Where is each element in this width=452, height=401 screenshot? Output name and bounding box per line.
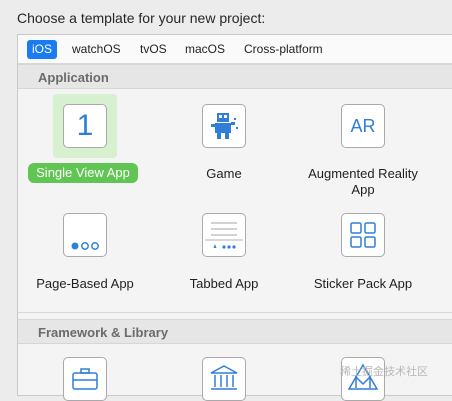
tab-macos[interactable]: macOS <box>180 40 230 59</box>
briefcase-icon <box>72 368 98 390</box>
section-title: Application <box>38 70 109 85</box>
prompt-title: Choose a template for your new project: <box>17 10 266 26</box>
tab-watchos[interactable]: watchOS <box>67 40 126 59</box>
section-divider <box>18 312 452 313</box>
template-label-ar[interactable]: Augmented Reality App <box>298 166 428 198</box>
tab-ios[interactable]: iOS <box>27 40 58 59</box>
sticker-grid-icon <box>350 222 376 248</box>
watermark: 稀土掘金技术社区 <box>340 366 428 378</box>
template-tabbed[interactable] <box>202 213 246 257</box>
section-title: Framework & Library <box>38 325 169 340</box>
template-label-page-based[interactable]: Page-Based App <box>20 276 150 292</box>
tab-tvos[interactable]: tvOS <box>135 40 172 59</box>
section-header-framework: Framework & Library <box>18 319 452 344</box>
template-label-game[interactable]: Game <box>159 166 289 182</box>
template-chooser-panel: iOS watchOS tvOS macOS Cross-platform Ap… <box>17 34 452 401</box>
template-framework[interactable] <box>63 357 107 401</box>
section-header-application: Application <box>18 64 452 89</box>
template-label-sticker[interactable]: Sticker Pack App <box>298 276 428 292</box>
template-single-view-app[interactable]: 1 <box>63 104 107 148</box>
page-dots-icon <box>71 242 99 250</box>
template-game[interactable] <box>202 104 246 148</box>
library-icon <box>210 365 238 390</box>
template-augmented-reality[interactable]: AR <box>341 104 385 148</box>
ar-icon: AR <box>350 116 376 136</box>
template-page-based[interactable] <box>63 213 107 257</box>
tab-cross-platform[interactable]: Cross-platform <box>239 40 328 59</box>
template-sticker-pack[interactable] <box>341 213 385 257</box>
template-label-single-view[interactable]: Single View App <box>28 163 138 183</box>
single-view-icon: 1 <box>76 109 94 142</box>
game-robot-icon <box>211 113 238 139</box>
template-label-tabbed[interactable]: Tabbed App <box>159 276 289 292</box>
tabbed-icon <box>205 222 243 249</box>
platform-tabs: iOS watchOS tvOS macOS Cross-platform <box>18 35 452 64</box>
template-static-library[interactable] <box>202 357 246 401</box>
